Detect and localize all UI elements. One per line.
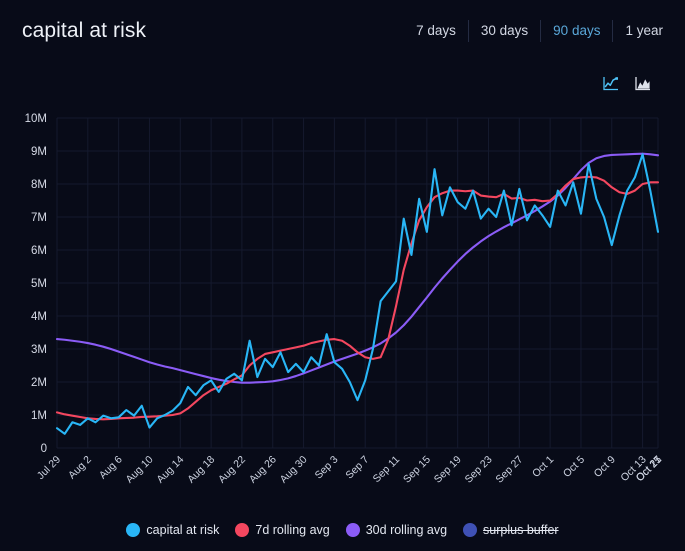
x-axis-tick-label: Oct 9	[592, 454, 618, 480]
x-axis-tick-label: Sep 7	[343, 454, 371, 482]
y-axis-tick-label: 10M	[25, 113, 47, 125]
y-axis-tick-label: 0	[41, 443, 47, 455]
y-axis-tick-label: 4M	[31, 311, 47, 323]
page-title: capital at risk	[22, 19, 147, 42]
line-chart-icon[interactable]	[603, 76, 619, 91]
x-axis-tick-label: Aug 30	[278, 454, 310, 486]
y-axis-tick-label: 1M	[31, 410, 47, 422]
range-button-1-year[interactable]: 1 year	[613, 20, 663, 42]
x-axis-tick-label: Jul 29	[35, 454, 63, 482]
legend-swatch-30d-rolling-avg	[345, 523, 360, 537]
capital-at-risk-chart-panel: capital at risk 7 days 30 days 90 days 1…	[0, 0, 685, 551]
x-axis-tick-label: Sep 3	[313, 454, 341, 482]
legend-label-30d-rolling-avg: 30d rolling avg	[365, 523, 448, 537]
x-axis-tick-label: Aug 2	[66, 454, 94, 482]
legend-swatch-7d-rolling-avg	[235, 523, 250, 537]
series-line-30d-rolling-avg	[55, 152, 660, 384]
x-axis-tick-label: Sep 23	[463, 454, 495, 486]
legend-item-surplus-buffer[interactable]: surplus buffer	[463, 523, 559, 537]
chart-svg: 01M2M3M4M5M6M7M8M9M10MJul 29 Aug 2 Aug 6Au…	[25, 113, 665, 486]
range-button-7-days[interactable]: 7 days	[408, 20, 469, 42]
y-axis-tick-label: 5M	[31, 278, 47, 290]
chart-legend[interactable]: capital at risk 7d rolling avg 30d rolli…	[0, 523, 685, 537]
x-axis-tick-label: Aug 18	[185, 454, 217, 486]
x-axis-tick-label: Aug 26	[247, 454, 279, 486]
legend-swatch-capital-at-risk	[126, 523, 141, 537]
area-chart-icon[interactable]	[635, 76, 651, 91]
y-axis-tick-label: 9M	[31, 146, 47, 158]
x-axis-tick-label: Aug 14	[154, 454, 186, 486]
y-axis-tick-label: 2M	[31, 377, 47, 389]
chart-header: capital at risk 7 days 30 days 90 days 1…	[0, 0, 685, 62]
series-line-capital-at-risk	[55, 153, 660, 435]
x-axis-tick-label: Oct 1	[530, 454, 556, 480]
x-axis-tick-label: Aug 10	[124, 454, 156, 486]
x-axis-tick-label: Aug 22	[216, 454, 248, 486]
plot-area: 0 1M 2M 3M 4M 5M 6M 7M 8M 9M 10M Jul 29 Aug 2 Aug 6 Au…	[0, 100, 685, 500]
x-axis-tick-label: Sep 11	[371, 454, 403, 486]
legend-label-7d-rolling-avg: 7d rolling avg	[255, 523, 330, 537]
series-line-7d-rolling-avg	[55, 175, 660, 421]
chart-type-toggle-group[interactable]	[603, 76, 651, 91]
legend-item-30d-rolling-avg[interactable]: 30d rolling avg	[345, 523, 448, 537]
range-button-30-days[interactable]: 30 days	[469, 20, 542, 42]
legend-swatch-surplus-buffer	[463, 523, 478, 537]
y-axis-tick-label: 6M	[31, 245, 47, 257]
x-axis-tick-label: Sep 27	[493, 454, 525, 486]
time-range-selector[interactable]: 7 days 30 days 90 days 1 year	[408, 16, 663, 46]
y-axis-tick-label: 7M	[31, 212, 47, 224]
legend-label-capital-at-risk: capital at risk	[146, 523, 220, 537]
x-axis-tick-label: Aug 6	[97, 454, 125, 482]
x-axis-tick-label: Sep 19	[432, 454, 464, 486]
legend-label-surplus-buffer: surplus buffer	[483, 523, 559, 537]
x-axis-tick-label: Oct 5	[561, 454, 587, 480]
y-axis-tick-label: 8M	[31, 179, 47, 191]
y-axis-tick-label: 3M	[31, 344, 47, 356]
range-button-90-days[interactable]: 90 days	[541, 20, 614, 42]
legend-item-capital-at-risk[interactable]: capital at risk	[126, 523, 219, 537]
x-axis-tick-label: Sep 15	[401, 454, 433, 486]
legend-item-7d-rolling-avg[interactable]: 7d rolling avg	[235, 523, 330, 537]
